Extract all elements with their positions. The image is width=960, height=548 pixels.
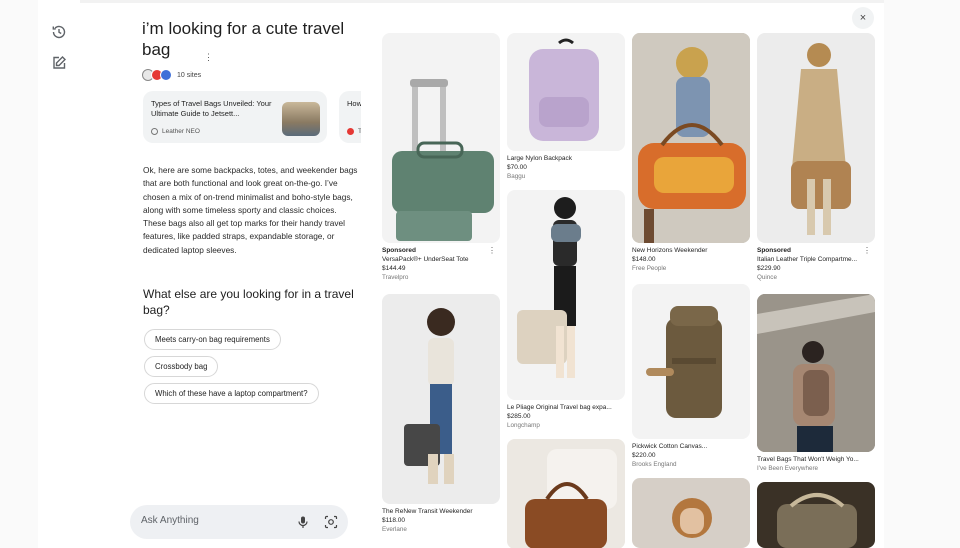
product-name: VersaPack®+ UnderSeat Tote bbox=[382, 256, 469, 263]
product-card[interactable] bbox=[507, 439, 625, 548]
product-name: Travel Bags That Won't Weigh Yo... bbox=[757, 456, 859, 463]
source-cards: Types of Travel Bags Unveiled: Your Ulti… bbox=[143, 91, 361, 143]
site-logo-icon bbox=[160, 69, 172, 81]
product-price: $144.49 bbox=[382, 265, 406, 272]
product-card[interactable] bbox=[632, 478, 750, 548]
answer-text: Ok, here are some backpacks, totes, and … bbox=[143, 165, 358, 255]
product-card[interactable]: The ReNew Transit Weekender $118.00 Ever… bbox=[382, 294, 500, 534]
edit-icon[interactable] bbox=[51, 55, 67, 71]
product-store: Baggu bbox=[507, 173, 526, 180]
product-name: Italian Leather Triple Compartme... bbox=[757, 256, 858, 263]
mic-icon[interactable] bbox=[296, 515, 310, 529]
product-store: Travelpro bbox=[382, 274, 409, 281]
site-favicon-icon bbox=[151, 128, 158, 135]
product-price: $70.00 bbox=[507, 164, 527, 171]
product-image bbox=[757, 33, 875, 243]
product-store: Brooks England bbox=[632, 461, 677, 468]
product-card[interactable]: Pickwick Cotton Canvas... $220.00 Brooks… bbox=[632, 284, 750, 469]
close-button[interactable]: × bbox=[852, 7, 874, 29]
suggestion-chip[interactable]: Crossbody bag bbox=[144, 356, 219, 377]
right-margin bbox=[884, 0, 960, 548]
product-image bbox=[632, 33, 750, 243]
suggestion-chip[interactable]: Meets carry-on bag requirements bbox=[144, 329, 281, 350]
sponsored-label: Sponsored bbox=[382, 247, 416, 254]
product-card[interactable] bbox=[757, 482, 875, 548]
left-margin bbox=[0, 0, 38, 548]
sponsored-label: Sponsored bbox=[757, 247, 791, 254]
product-image bbox=[382, 33, 500, 243]
product-name: Large Nylon Backpack bbox=[507, 155, 573, 162]
ask-bar bbox=[130, 505, 348, 539]
history-icon[interactable] bbox=[51, 24, 67, 40]
product-name: Pickwick Cotton Canvas... bbox=[632, 443, 708, 450]
product-price: $229.90 bbox=[757, 265, 781, 272]
product-meta: The ReNew Transit Weekender $118.00 Ever… bbox=[382, 504, 500, 534]
product-price: $220.00 bbox=[632, 452, 656, 459]
site-favicon-icon bbox=[347, 128, 354, 135]
sites-count: 10 sites bbox=[177, 71, 202, 79]
product-store: Quince bbox=[757, 274, 777, 281]
suggestion-chip[interactable]: Which of these have a laptop compartment… bbox=[144, 383, 319, 404]
query-title: i’m looking for a cute travel bag bbox=[142, 19, 345, 59]
product-meta: Large Nylon Backpack $70.00 Baggu bbox=[507, 151, 625, 181]
source-site-name: Leather NEO bbox=[162, 128, 200, 135]
product-price: $148.00 bbox=[632, 256, 656, 263]
source-site-name: Tr bbox=[358, 128, 361, 135]
site-logos bbox=[142, 69, 172, 81]
camera-search-icon[interactable] bbox=[324, 515, 338, 529]
product-image bbox=[632, 478, 750, 548]
product-price: $285.00 bbox=[507, 413, 531, 420]
product-name: New Horizons Weekender bbox=[632, 247, 708, 254]
product-image bbox=[507, 190, 625, 400]
product-card[interactable]: Large Nylon Backpack $70.00 Baggu bbox=[507, 33, 625, 181]
product-card[interactable]: Travel Bags That Won't Weigh Yo... I've … bbox=[757, 294, 875, 473]
product-card[interactable]: Le Pliage Original Travel bag expa... $2… bbox=[507, 190, 625, 430]
source-card[interactable]: Types of Travel Bags Unveiled: Your Ulti… bbox=[143, 91, 327, 143]
product-meta: New Horizons Weekender $148.00 Free Peop… bbox=[632, 243, 750, 273]
followup-question: What else are you looking for in a trave… bbox=[143, 287, 354, 317]
app-window: i’m looking for a cute travel bag 10 sit… bbox=[0, 0, 960, 548]
product-card[interactable]: Sponsored Italian Leather Triple Compart… bbox=[757, 33, 875, 282]
sources-summary[interactable]: 10 sites bbox=[142, 68, 367, 82]
product-store: Free People bbox=[632, 265, 667, 272]
source-site: Leather NEO bbox=[151, 128, 200, 135]
source-thumbnail bbox=[282, 102, 320, 136]
source-card[interactable]: How Tr bbox=[339, 91, 361, 143]
product-name: Le Pliage Original Travel bag expa... bbox=[507, 404, 612, 411]
ask-input[interactable] bbox=[141, 515, 281, 526]
top-divider bbox=[80, 0, 884, 3]
more-vert-icon[interactable]: ⋮ bbox=[204, 52, 213, 63]
source-title: How bbox=[347, 99, 361, 108]
product-store: Everlane bbox=[382, 526, 407, 533]
product-meta: Le Pliage Original Travel bag expa... $2… bbox=[507, 400, 625, 430]
product-results: Sponsored VersaPack®+ UnderSeat Tote $14… bbox=[380, 33, 880, 548]
product-meta: Travel Bags That Won't Weigh Yo... I've … bbox=[757, 452, 875, 473]
product-image bbox=[757, 294, 875, 452]
product-image bbox=[507, 33, 625, 151]
product-image bbox=[382, 294, 500, 504]
source-title: Types of Travel Bags Unveiled: Your Ulti… bbox=[151, 99, 272, 118]
conversation-panel: i’m looking for a cute travel bag 10 sit… bbox=[142, 18, 367, 82]
product-meta: Sponsored VersaPack®+ UnderSeat Tote $14… bbox=[382, 243, 500, 282]
product-image bbox=[757, 482, 875, 548]
more-vert-icon[interactable]: ⋮ bbox=[488, 246, 496, 255]
product-name: The ReNew Transit Weekender bbox=[382, 508, 473, 515]
product-meta: Pickwick Cotton Canvas... $220.00 Brooks… bbox=[632, 439, 750, 469]
product-meta: Sponsored Italian Leather Triple Compart… bbox=[757, 243, 875, 282]
product-card[interactable]: New Horizons Weekender $148.00 Free Peop… bbox=[632, 33, 750, 273]
more-vert-icon[interactable]: ⋮ bbox=[863, 246, 871, 255]
product-card[interactable]: Sponsored VersaPack®+ UnderSeat Tote $14… bbox=[382, 33, 500, 282]
source-site: Tr bbox=[347, 128, 361, 135]
product-image bbox=[507, 439, 625, 548]
product-price: $118.00 bbox=[382, 517, 406, 524]
product-image bbox=[632, 284, 750, 439]
product-store: Longchamp bbox=[507, 422, 540, 429]
product-store: I've Been Everywhere bbox=[757, 465, 819, 472]
